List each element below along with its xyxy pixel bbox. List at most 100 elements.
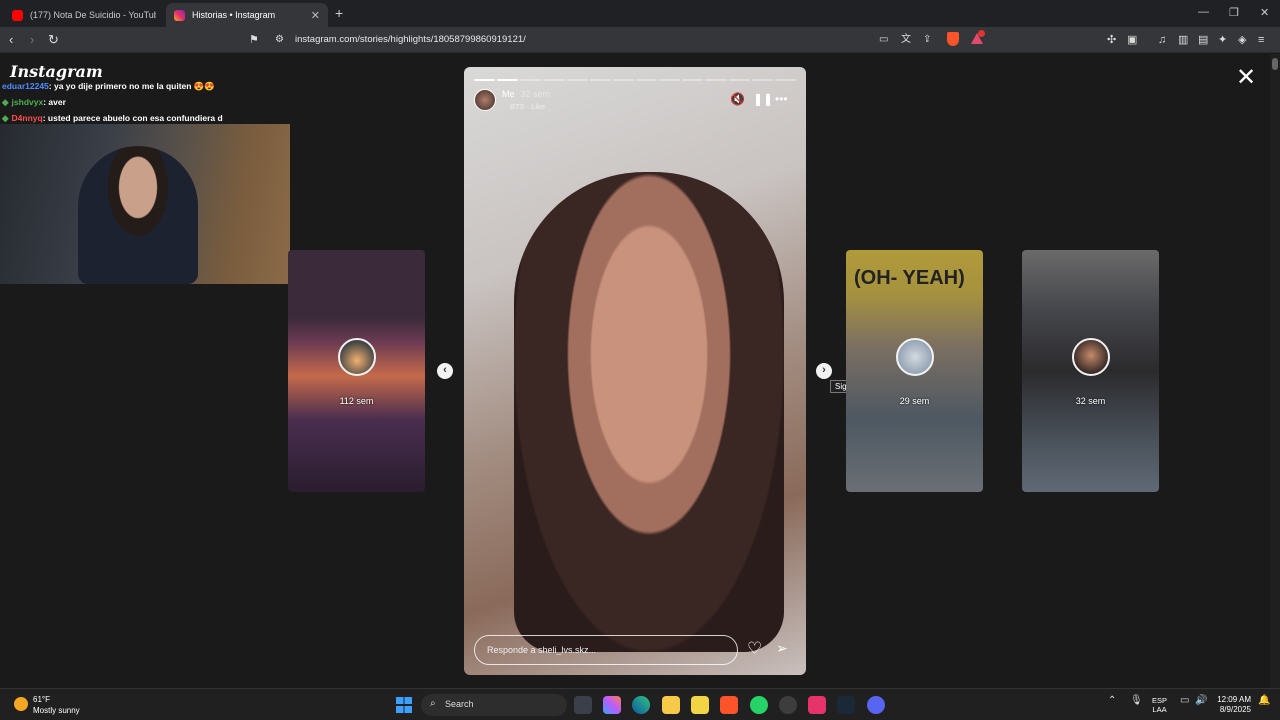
language-layout: LAA — [1152, 705, 1167, 714]
story-card-time: 32 sem — [1075, 396, 1106, 406]
sidebar-icon[interactable]: ▥ — [1178, 32, 1188, 48]
story-card-previous[interactable]: 112 sem — [288, 250, 425, 492]
system-clock[interactable]: 12:09 AM 8/9/2025 — [1213, 695, 1251, 715]
story-username[interactable]: Me — [502, 89, 515, 99]
reply-box[interactable] — [474, 635, 738, 665]
chat-badge-icon: ◆ — [2, 97, 9, 107]
site-info-icon[interactable]: ⚙ — [275, 32, 284, 48]
tiktok-icon[interactable] — [808, 696, 826, 714]
story-progress-segment — [566, 79, 588, 81]
volume-icon[interactable]: 🔊 — [1195, 695, 1207, 706]
back-icon[interactable]: ‹ — [9, 32, 13, 48]
chat-text: : aver — [43, 97, 66, 107]
story-progress-segment — [659, 79, 681, 81]
microphone-icon[interactable]: 🎙 — [1130, 695, 1143, 706]
search-icon: ⌕ — [430, 698, 436, 709]
restore-icon[interactable]: ❐ — [1229, 6, 1239, 19]
story-time: 32 sem — [520, 89, 551, 99]
mute-icon[interactable]: 🔇 — [730, 92, 745, 106]
brave-icon[interactable] — [720, 696, 738, 714]
clock-date: 8/9/2025 — [1219, 705, 1251, 714]
vpn-icon[interactable]: ◈ — [1238, 32, 1246, 48]
bookmark-icon[interactable]: ⚑ — [249, 32, 259, 48]
story-card-next-2[interactable]: 32 sem — [1022, 250, 1159, 492]
brave-shields-icon[interactable] — [947, 32, 959, 46]
extensions-icon[interactable]: ✣ — [1107, 32, 1116, 48]
instagram-icon — [174, 9, 185, 21]
weather-description[interactable]: Mostly sunny — [33, 706, 80, 715]
network-icon[interactable]: ▭ — [1180, 695, 1189, 706]
reply-input[interactable] — [487, 642, 717, 658]
leo-ai-icon[interactable]: ✦ — [1218, 32, 1227, 48]
chat-message: ◆ jshdvyx: aver — [2, 94, 302, 110]
weather-temperature[interactable]: 61°F — [33, 695, 50, 704]
story-progress-segment — [612, 79, 634, 81]
obs-icon[interactable] — [779, 696, 797, 714]
stream-chat-overlay: eduar12245: ya yo dije primero no me la … — [2, 78, 302, 126]
store-icon[interactable] — [574, 696, 592, 714]
close-window-icon[interactable]: ✕ — [1260, 6, 1269, 19]
search-label: Search — [445, 699, 474, 709]
story-card-next[interactable]: (OH- YEAH) 29 sem — [846, 250, 983, 492]
chat-text: : ya yo dije primero no me la quiten 😍😍 — [48, 81, 215, 91]
story-progress-segment — [728, 79, 750, 81]
close-tab-icon[interactable]: ✕ — [311, 9, 320, 22]
tab-title: Historias • Instagram — [192, 10, 276, 20]
minimize-icon[interactable]: — — [1198, 6, 1209, 18]
story-progress-segment — [751, 79, 773, 81]
menu-icon[interactable]: ≡ — [1258, 32, 1264, 48]
language-indicator[interactable]: ESP LAA — [1152, 696, 1167, 714]
discord-icon[interactable] — [867, 696, 885, 714]
story-progress-segment — [705, 79, 727, 81]
forward-icon[interactable]: › — [30, 32, 34, 48]
whatsapp-icon[interactable] — [750, 696, 768, 714]
translate-icon[interactable]: 文 — [901, 32, 911, 48]
clock-time: 12:09 AM — [1217, 695, 1251, 704]
youtube-icon — [12, 9, 23, 21]
cast-icon[interactable]: ▭ — [879, 32, 888, 48]
wallet-icon[interactable]: ▣ — [1127, 32, 1137, 48]
send-icon[interactable]: ➢ — [776, 640, 788, 657]
scrollbar-thumb[interactable] — [1272, 58, 1278, 70]
story-card-avatar — [1071, 338, 1110, 376]
address-bar[interactable]: ⚑ ⚙ instagram.com/stories/highlights/180… — [245, 30, 991, 50]
story-progress-bar — [474, 79, 796, 81]
tab-instagram[interactable]: Historias • Instagram ✕ — [166, 3, 328, 27]
webcam-overlay — [0, 124, 290, 284]
active-story[interactable]: Me 32 sem BTS · Like 🔇 ❚❚ ••• ♡ ➢ — [464, 67, 806, 675]
file-explorer-icon[interactable] — [662, 696, 680, 714]
story-card-avatar — [337, 338, 376, 376]
streamer-image — [78, 146, 198, 284]
close-viewer-icon[interactable]: ✕ — [1236, 66, 1256, 90]
like-heart-icon[interactable]: ♡ — [747, 639, 762, 659]
previous-story-button[interactable]: ‹ — [437, 363, 453, 379]
story-avatar[interactable] — [474, 89, 496, 111]
share-icon[interactable]: ⇪ — [923, 32, 931, 48]
tray-overflow-icon[interactable]: ⌃ — [1108, 695, 1116, 706]
pause-icon[interactable]: ❚❚ — [753, 92, 773, 106]
taskbar-search[interactable]: ⌕ Search — [421, 694, 567, 716]
chat-user: jshdvyx — [11, 97, 44, 107]
reload-icon[interactable]: ↻ — [48, 32, 59, 48]
page-scrollbar[interactable] — [1270, 54, 1280, 688]
new-tab-button[interactable]: + — [335, 5, 343, 21]
media-icon[interactable]: ♫ — [1158, 32, 1166, 48]
nav-bar: ‹ › ↻ ⚑ ⚙ instagram.com/stories/highligh… — [0, 27, 1280, 53]
steam-icon[interactable] — [837, 696, 855, 714]
chat-user: D4nnyq — [11, 113, 43, 123]
next-story-button[interactable]: › — [816, 363, 832, 379]
tab-youtube[interactable]: (177) Nota De Suicidio - YouTube — [4, 3, 164, 27]
more-options-icon[interactable]: ••• — [775, 92, 788, 106]
windows-start-icon[interactable] — [396, 697, 412, 713]
taskbar: 61°F Mostly sunny ⌕ Search ⌃ 🎙 ESP LAA ▭… — [0, 688, 1280, 720]
story-progress-segment — [774, 79, 796, 81]
story-progress-segment — [682, 79, 704, 81]
edge-icon[interactable] — [632, 696, 650, 714]
notification-icon[interactable]: 🔔 — [1258, 695, 1270, 706]
wallet-app-icon[interactable]: ▤ — [1198, 32, 1208, 48]
notification-badge — [978, 30, 985, 37]
weather-sun-icon[interactable] — [14, 697, 28, 711]
copilot-icon[interactable] — [603, 696, 621, 714]
story-music-label[interactable]: BTS · Like — [510, 102, 545, 111]
sticky-notes-icon[interactable] — [691, 696, 709, 714]
